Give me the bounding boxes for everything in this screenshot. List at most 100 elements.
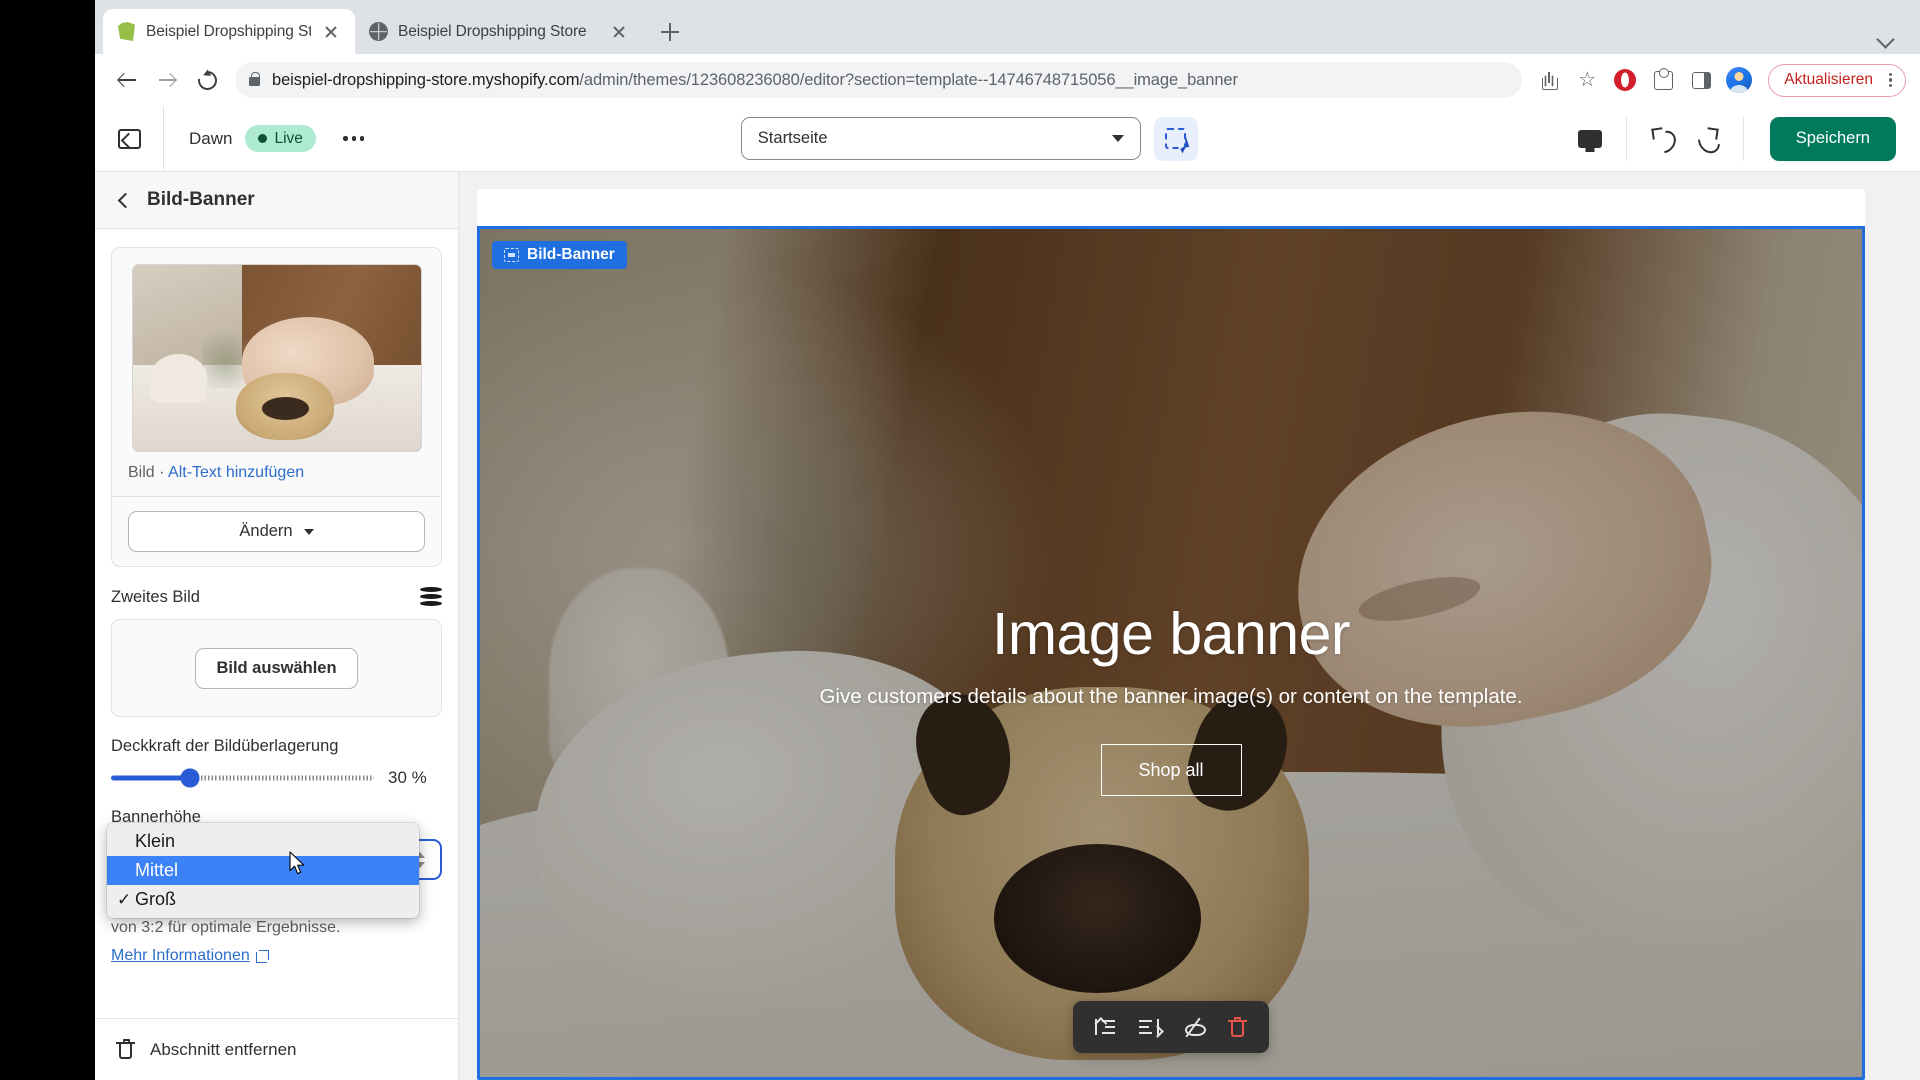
- dynamic-source-icon[interactable]: [420, 587, 442, 607]
- undo-button[interactable]: [1641, 117, 1685, 161]
- image-banner-section[interactable]: Image banner Give customers details abou…: [477, 226, 1865, 1080]
- page-selector[interactable]: Startseite: [740, 117, 1141, 160]
- browser-tab-inactive[interactable]: Beispiel Dropshipping Store: [355, 9, 643, 54]
- dropdown-option-label: Klein: [135, 831, 176, 851]
- storefront-header: [477, 189, 1865, 226]
- overlay-opacity-field: Deckkraft der Bildüberlagerung 30 %: [95, 717, 458, 788]
- tab-list-menu[interactable]: [1876, 30, 1920, 54]
- hide-section-icon[interactable]: [1175, 1009, 1211, 1045]
- caption-separator: ·: [159, 464, 165, 481]
- status-badge-label: Live: [274, 129, 303, 147]
- undo-icon: [1651, 128, 1675, 150]
- theme-editor: Dawn Live Startseite Speichern Bild-Bann…: [95, 106, 1920, 1080]
- editor-toolbar: Dawn Live Startseite Speichern: [95, 106, 1920, 172]
- opacity-slider-row: 30 %: [111, 768, 442, 788]
- theme-more-menu-button[interactable]: [337, 122, 371, 156]
- divider: [1625, 116, 1627, 161]
- opacity-label: Deckkraft der Bildüberlagerung: [111, 737, 339, 755]
- reload-button[interactable]: [189, 62, 225, 98]
- redo-icon: [1695, 128, 1719, 150]
- tab-strip: Beispiel Dropshipping Store · D Beispiel…: [95, 0, 1920, 54]
- second-image-picker: Bild auswählen: [111, 619, 442, 717]
- star-icon: ☆: [1578, 69, 1597, 91]
- avatar: [1726, 67, 1753, 93]
- extensions-button[interactable]: [1646, 63, 1680, 97]
- dropdown-option-klein[interactable]: Klein: [107, 827, 419, 856]
- section-label-badge: Bild-Banner: [492, 241, 627, 269]
- image-thumbnail[interactable]: [131, 264, 422, 452]
- desktop-icon: [1577, 129, 1602, 148]
- opacity-value: 30 %: [388, 768, 427, 787]
- image-caption-label: Bild: [128, 464, 155, 481]
- opacity-slider[interactable]: [111, 768, 374, 788]
- save-button[interactable]: Speichern: [1769, 116, 1896, 161]
- profile-button[interactable]: [1722, 63, 1756, 97]
- update-chrome-button[interactable]: Aktualisieren: [1768, 63, 1906, 97]
- dropdown-option-mittel[interactable]: Mittel: [107, 856, 419, 885]
- globe-icon: [369, 22, 388, 41]
- reload-icon: [193, 66, 221, 94]
- theme-info: Dawn Live: [164, 122, 371, 156]
- second-image-label: Zweites Bild: [111, 587, 200, 606]
- slider-handle[interactable]: [180, 768, 200, 788]
- settings-sidebar: Bild-Banner Bild · Alt-Text hinzufügen Ä…: [95, 172, 459, 1080]
- check-icon: ✓: [117, 889, 132, 909]
- arrow-left-icon: [118, 72, 136, 89]
- banner-subheading: Give customers details about the banner …: [819, 685, 1523, 708]
- back-icon[interactable]: [117, 192, 134, 208]
- tab-title: Beispiel Dropshipping Store · D: [146, 22, 311, 40]
- lock-icon: [249, 72, 260, 86]
- select-image-button[interactable]: Bild auswählen: [195, 647, 358, 689]
- new-tab-button[interactable]: [653, 15, 687, 49]
- page-title: Bild-Banner: [147, 189, 255, 210]
- exit-editor-button[interactable]: [95, 106, 164, 171]
- redo-button[interactable]: [1685, 117, 1729, 161]
- storefront-preview: Image banner Give customers details abou…: [477, 189, 1865, 1080]
- change-image-wrap: Ändern: [112, 497, 441, 566]
- more-info-label: Mehr Informationen: [111, 947, 250, 964]
- opera-extension-button[interactable]: [1608, 63, 1642, 97]
- dropdown-option-gross[interactable]: ✓ Groß: [107, 885, 419, 914]
- slider-fill: [111, 775, 190, 781]
- browser-window: Beispiel Dropshipping Store · D Beispiel…: [95, 0, 1920, 1080]
- device-preview-button[interactable]: [1568, 117, 1612, 161]
- more-info-link[interactable]: Mehr Informationen: [111, 944, 269, 968]
- move-down-icon[interactable]: [1131, 1009, 1167, 1045]
- back-button[interactable]: [109, 62, 145, 98]
- address-bar[interactable]: beispiel-dropshipping-store.myshopify.co…: [235, 62, 1523, 98]
- shop-all-button[interactable]: Shop all: [1100, 744, 1242, 796]
- browser-toolbar: beispiel-dropshipping-store.myshopify.co…: [95, 54, 1920, 106]
- second-image-field: Zweites Bild Bild auswählen: [95, 567, 458, 717]
- shopify-icon: [117, 22, 136, 41]
- bookmark-button[interactable]: ☆: [1570, 63, 1604, 97]
- url-text: beispiel-dropshipping-store.myshopify.co…: [272, 71, 1238, 90]
- puzzle-icon: [1653, 67, 1673, 90]
- chevron-down-icon: [303, 528, 314, 535]
- exit-icon: [117, 128, 141, 149]
- remove-section-label: Abschnitt entfernen: [150, 1039, 297, 1059]
- close-icon[interactable]: [321, 22, 341, 42]
- banner-height-dropdown[interactable]: Klein Mittel ✓ Groß: [107, 823, 419, 918]
- close-icon[interactable]: [609, 22, 629, 42]
- share-button[interactable]: [1532, 63, 1566, 97]
- change-image-button[interactable]: Ändern: [128, 511, 425, 552]
- divider: [1742, 116, 1744, 161]
- image-thumbnail-wrap: [112, 248, 441, 464]
- move-up-icon[interactable]: [1087, 1009, 1123, 1045]
- editor-toolbar-right: Speichern: [1568, 116, 1920, 161]
- forward-button[interactable]: [149, 62, 185, 98]
- chevron-down-icon: [1876, 30, 1895, 49]
- section-floating-toolbar: [1073, 1001, 1269, 1053]
- remove-section-button[interactable]: Abschnitt entfernen: [95, 1018, 458, 1080]
- browser-tab-active[interactable]: Beispiel Dropshipping Store · D: [103, 9, 355, 54]
- chrome-menu-icon[interactable]: [1881, 71, 1899, 89]
- image-caption: Bild · Alt-Text hinzufügen: [112, 464, 441, 497]
- side-panel-button[interactable]: [1684, 63, 1718, 97]
- inspector-toggle-button[interactable]: [1153, 116, 1198, 161]
- chevron-down-icon: [1111, 135, 1124, 142]
- selection-cursor-icon: [1165, 128, 1190, 154]
- alt-text-link[interactable]: Alt-Text hinzufügen: [168, 464, 304, 481]
- delete-section-icon[interactable]: [1219, 1009, 1255, 1045]
- section-icon: [504, 248, 519, 262]
- helper-line-2: von 3:2 für optimale Ergebnisse.: [111, 919, 341, 936]
